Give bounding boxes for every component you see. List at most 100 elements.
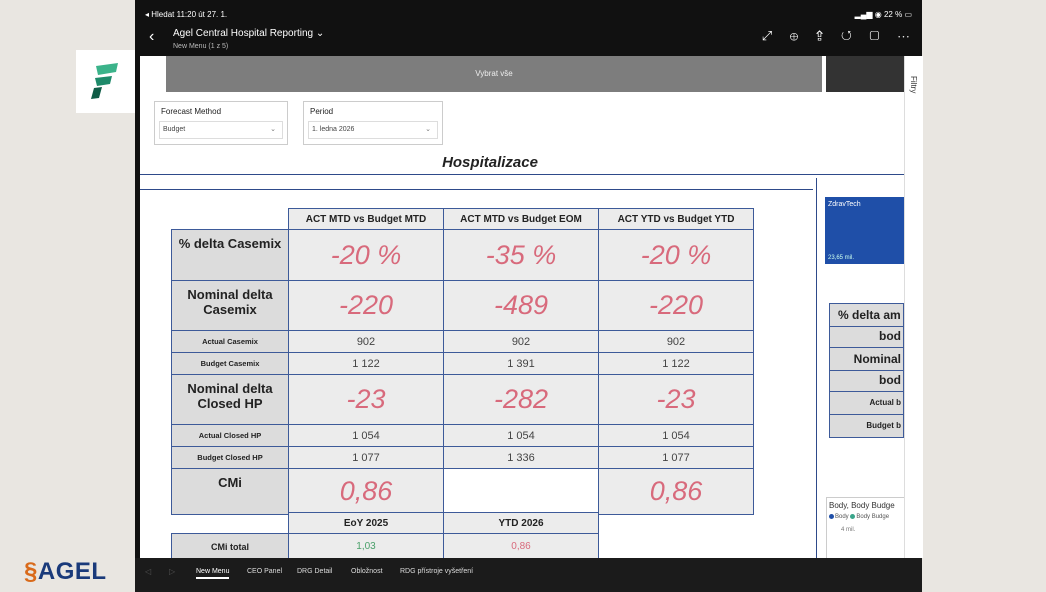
column-header[interactable]: ACT MTD vs Budget EOM bbox=[443, 208, 599, 230]
tab-ceo-panel[interactable]: CEO Panel bbox=[247, 566, 282, 577]
table-row: Nominal delta Closed HP -23 -282 -23 bbox=[171, 374, 754, 425]
kpi-value: 902 bbox=[288, 330, 444, 353]
side-row-label: Budget b bbox=[829, 414, 904, 438]
period-label: Period bbox=[310, 107, 334, 116]
report-canvas: Vybrat vše Forecast Method Budget ⌄ Perio… bbox=[140, 56, 904, 558]
cmi-header-row: EoY 2025 YTD 2026 bbox=[172, 512, 599, 534]
period-slicer: Period 1. ledna 2026 ⌄ bbox=[303, 101, 443, 145]
prev-page-icon[interactable]: ◁ bbox=[145, 567, 151, 576]
row-label: Budget Casemix bbox=[171, 352, 289, 375]
kpi-table: ACT MTD vs Budget MTD ACT MTD vs Budget … bbox=[171, 208, 754, 515]
section-divider bbox=[140, 189, 813, 190]
row-label: Nominal delta Casemix bbox=[171, 280, 289, 331]
battery-level: 22 % bbox=[883, 10, 903, 19]
cmi-value: 0,86 bbox=[443, 533, 599, 558]
kpi-value: 902 bbox=[598, 330, 754, 353]
cmi-value: 1,03 bbox=[288, 533, 444, 558]
app-header: ‹ Agel Central Hospital Reporting ⌄ New … bbox=[135, 22, 922, 56]
row-label: Budget Closed HP bbox=[171, 446, 289, 469]
row-label: Nominal delta Closed HP bbox=[171, 374, 289, 425]
kpi-value: 1 336 bbox=[443, 446, 599, 469]
share-icon[interactable]: ⇪ bbox=[816, 28, 823, 43]
table-row: % delta Casemix -20 % -35 % -20 % bbox=[171, 229, 754, 281]
back-icon[interactable]: ‹ bbox=[149, 28, 154, 46]
kpi-value: -23 bbox=[288, 374, 444, 425]
side-row-label: Actual b bbox=[829, 391, 904, 415]
copilot-icon[interactable]: ⊕ bbox=[790, 28, 798, 43]
side-row-label: % delta am bbox=[829, 303, 904, 327]
zdravtech-tile[interactable]: ZdravTech 23,65 mil. bbox=[825, 197, 904, 264]
table-row: Nominal delta Casemix -220 -489 -220 bbox=[171, 280, 754, 331]
period-value: 1. ledna 2026 bbox=[312, 126, 355, 133]
reset-icon[interactable]: ↺ bbox=[841, 28, 852, 43]
corner-cell bbox=[172, 209, 289, 230]
kpi-value: 1 077 bbox=[288, 446, 444, 469]
kpi-value: 1 077 bbox=[598, 446, 754, 469]
table-row: CMi 0,86 0,86 bbox=[171, 468, 754, 515]
kpi-value: -489 bbox=[443, 280, 599, 331]
chevron-down-icon: ⌄ bbox=[425, 126, 431, 133]
left-panel: §AGEL bbox=[0, 0, 135, 592]
column-header[interactable]: YTD 2026 bbox=[443, 512, 599, 534]
comment-icon[interactable]: ▢ bbox=[869, 28, 879, 43]
select-all-button[interactable]: Vybrat vše bbox=[166, 56, 822, 92]
filter-pane[interactable]: Filtry bbox=[904, 56, 923, 558]
table-row: CMi total 1,03 0,86 bbox=[171, 533, 599, 558]
more-icon[interactable]: ⋯ bbox=[897, 28, 910, 43]
page-tab-bar: ◁ ▷ New Menu CEO Panel DRG Detail Obložn… bbox=[135, 558, 922, 592]
page-title: Hospitalizace bbox=[442, 154, 538, 171]
forecast-method-dropdown[interactable]: Budget ⌄ bbox=[159, 121, 283, 139]
row-label: % delta Casemix bbox=[171, 229, 289, 281]
tab-new-menu[interactable]: New Menu bbox=[196, 566, 230, 579]
kpi-value: 1 054 bbox=[598, 424, 754, 447]
forecast-method-value: Budget bbox=[163, 126, 186, 133]
title-divider bbox=[140, 174, 904, 175]
kpi-value: -35 % bbox=[443, 229, 599, 281]
report-subtitle: New Menu (1 z 5) bbox=[173, 43, 229, 50]
tile-name: ZdravTech bbox=[828, 201, 861, 208]
tab-rdg-pristroje[interactable]: RDG přístroje vyšetření bbox=[400, 566, 473, 577]
report-title[interactable]: Agel Central Hospital Reporting ⌄ bbox=[173, 28, 324, 39]
fabric-logo-icon bbox=[91, 63, 118, 99]
battery-status: ▂▄▆ ◉ 22 % ▭ bbox=[854, 10, 912, 19]
kpi-header-row: ACT MTD vs Budget MTD ACT MTD vs Budget … bbox=[172, 208, 754, 230]
column-header[interactable]: EoY 2025 bbox=[288, 512, 444, 534]
table-row: Actual Casemix 902 902 902 bbox=[171, 330, 754, 353]
row-label: Actual Casemix bbox=[171, 330, 289, 353]
table-row: Budget Casemix 1 122 1 391 1 122 bbox=[171, 352, 754, 375]
column-header[interactable]: ACT MTD vs Budget MTD bbox=[288, 208, 444, 230]
kpi-value: -20 % bbox=[598, 229, 754, 281]
expand-icon[interactable]: ⤢ bbox=[762, 28, 772, 43]
side-kpi-table: % delta am bod Nominal bod Actual b Budg… bbox=[829, 303, 904, 438]
tile-value: 23,65 mil. bbox=[828, 255, 855, 261]
table-row: Actual Closed HP 1 054 1 054 1 054 bbox=[171, 424, 754, 447]
filter-label: Filtry bbox=[909, 76, 918, 94]
side-row-label: bod bbox=[829, 326, 904, 348]
cmi-total-table: EoY 2025 YTD 2026 CMi total 1,03 0,86 bbox=[171, 512, 599, 558]
kpi-value: 1 054 bbox=[288, 424, 444, 447]
status-left: ◂ Hledat 11:20 út 27. 1. bbox=[145, 10, 228, 19]
dark-visual bbox=[826, 56, 904, 92]
kpi-value: -220 bbox=[288, 280, 444, 331]
row-label: CMi total bbox=[171, 533, 289, 558]
side-row-label: Nominal bbox=[829, 347, 904, 371]
period-dropdown[interactable]: 1. ledna 2026 ⌄ bbox=[308, 121, 438, 139]
side-chart: Body, Body Budge Body Body Budge 4 mil. bbox=[826, 497, 904, 558]
agel-symbol-icon: § bbox=[24, 558, 38, 585]
tab-drg-detail[interactable]: DRG Detail bbox=[297, 566, 332, 577]
row-label: CMi bbox=[171, 468, 289, 515]
kpi-value: 1 391 bbox=[443, 352, 599, 375]
header-actions: ⤢ ⊕ ⇪ ↺ ▢ ⋯ bbox=[762, 28, 910, 44]
vertical-divider bbox=[816, 178, 817, 558]
right-panel bbox=[922, 0, 1046, 592]
kpi-value: -220 bbox=[598, 280, 754, 331]
kpi-value: 1 122 bbox=[598, 352, 754, 375]
next-page-icon[interactable]: ▷ bbox=[169, 567, 175, 576]
column-header[interactable]: ACT YTD vs Budget YTD bbox=[598, 208, 754, 230]
kpi-value: -282 bbox=[443, 374, 599, 425]
legend-dot-icon bbox=[850, 514, 856, 519]
kpi-value bbox=[443, 468, 599, 515]
kpi-value: 902 bbox=[443, 330, 599, 353]
tab-oblozhnost[interactable]: Obložnost bbox=[351, 566, 383, 577]
chevron-down-icon: ⌄ bbox=[270, 126, 276, 133]
